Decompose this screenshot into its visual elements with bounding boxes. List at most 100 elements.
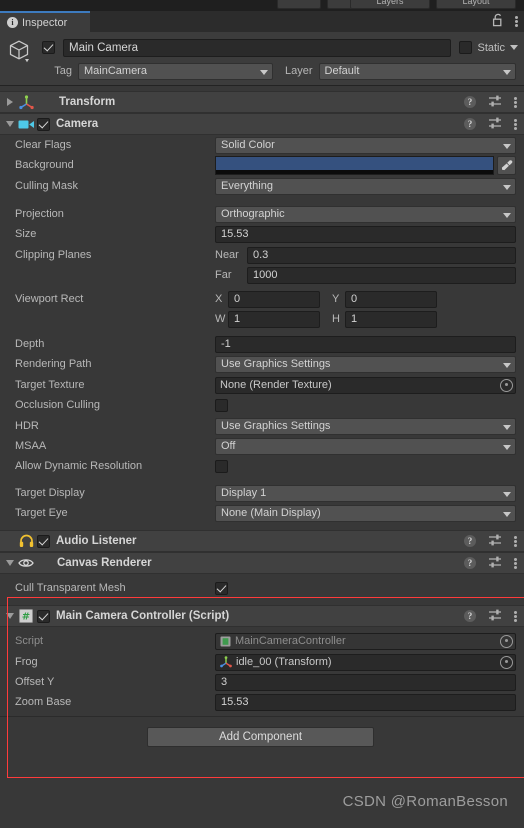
static-checkbox[interactable]	[459, 41, 473, 54]
clipping-planes-label: Clipping Planes	[15, 249, 92, 261]
object-picker-icon[interactable]	[500, 378, 513, 392]
gameobject-tag-layer-row: Tag MainCamera Layer Default	[42, 62, 518, 80]
eye-icon	[17, 555, 35, 571]
toolbar-layout-dropdown[interactable]: Layout	[436, 0, 516, 9]
frog-objectfield[interactable]: idle_00 (Transform)	[215, 653, 516, 671]
component-title-main-camera-controller: Main Camera Controller (Script)	[56, 610, 230, 622]
projection-dropdown[interactable]: Orthographic	[215, 205, 516, 223]
layer-dropdown[interactable]: Default	[318, 62, 516, 80]
hdr-dropdown[interactable]: Use Graphics Settings	[215, 417, 516, 435]
target-display-dropdown[interactable]: Display 1	[215, 484, 516, 502]
watermark: CSDN @RomanBesson	[342, 793, 508, 810]
rendering-path-label: Rendering Path	[15, 358, 92, 370]
script-foldout-arrow[interactable]	[3, 613, 17, 619]
viewport-w-input[interactable]: 1	[228, 310, 320, 328]
toolbar-layers-label: Layers	[376, 0, 404, 6]
audio-listener-menu-icon[interactable]	[514, 535, 517, 548]
frog-label: Frog	[15, 656, 38, 668]
tag-dropdown[interactable]: MainCamera	[78, 62, 273, 80]
target-eye-dropdown[interactable]: None (Main Display)	[215, 504, 516, 522]
allow-dynamic-resolution-checkbox[interactable]	[215, 459, 228, 473]
script-enabled-checkbox[interactable]	[37, 609, 50, 623]
divider	[0, 716, 524, 717]
add-component-button[interactable]: Add Component	[147, 727, 374, 747]
component-header-transform[interactable]: Transform ?	[0, 91, 524, 113]
background-color-swatch[interactable]	[215, 155, 494, 175]
help-icon[interactable]: ?	[464, 535, 476, 547]
static-control: Static	[459, 41, 518, 54]
transform-menu-icon[interactable]	[514, 96, 517, 109]
occlusion-culling-checkbox[interactable]	[215, 398, 228, 412]
eyedropper-icon[interactable]	[497, 155, 516, 175]
component-title-transform: Transform	[59, 96, 116, 108]
offset-y-input[interactable]: 3	[215, 673, 516, 691]
audio-listener-enabled-checkbox[interactable]	[37, 534, 50, 548]
viewport-h-label: H	[332, 313, 340, 325]
cull-transparent-mesh-label: Cull Transparent Mesh	[15, 582, 126, 594]
viewport-h-input[interactable]: 1	[345, 310, 437, 328]
camera-icon	[17, 116, 35, 132]
zoom-base-input[interactable]: 15.53	[215, 693, 516, 711]
unlocked-padlock-icon[interactable]	[492, 13, 504, 30]
help-icon[interactable]: ?	[464, 96, 476, 108]
script-value: MainCameraController	[235, 635, 346, 647]
inspector-menu-icon[interactable]	[515, 15, 518, 28]
help-icon[interactable]: ?	[464, 118, 476, 130]
script-asset-icon	[220, 636, 231, 647]
component-header-canvas-renderer[interactable]: Canvas Renderer ?	[0, 552, 524, 574]
transform-gizmo-icon	[17, 94, 35, 110]
toolbar-button-1[interactable]	[277, 0, 321, 9]
camera-enabled-checkbox[interactable]	[37, 117, 50, 131]
row-offset-y: Offset Y 3	[0, 672, 524, 692]
target-texture-objectfield[interactable]: None (Render Texture)	[215, 376, 516, 394]
far-input[interactable]: 1000	[247, 266, 516, 284]
clear-flags-dropdown[interactable]: Solid Color	[215, 136, 516, 154]
preset-settings-icon[interactable]	[488, 117, 502, 132]
preset-settings-icon[interactable]	[488, 534, 502, 549]
preset-settings-icon[interactable]	[488, 609, 502, 624]
toolbar-layers-dropdown[interactable]: Layers	[350, 0, 430, 9]
preset-settings-icon[interactable]	[488, 95, 502, 110]
msaa-dropdown[interactable]: Off	[215, 437, 516, 455]
component-header-audio-listener[interactable]: Audio Listener ?	[0, 530, 524, 552]
row-occlusion-culling: Occlusion Culling	[0, 395, 524, 415]
tab-inspector-label: Inspector	[22, 16, 68, 29]
camera-menu-icon[interactable]	[514, 118, 517, 131]
cull-transparent-mesh-checkbox[interactable]	[215, 581, 228, 595]
near-input[interactable]: 0.3	[247, 246, 516, 264]
depth-input[interactable]: -1	[215, 335, 516, 353]
transform-foldout-arrow[interactable]	[3, 98, 17, 106]
static-chevron-down-icon[interactable]	[510, 45, 518, 50]
rendering-path-dropdown[interactable]: Use Graphics Settings	[215, 355, 516, 373]
row-allow-dynamic-resolution: Allow Dynamic Resolution	[0, 456, 524, 476]
row-clipping-near: Clipping Planes Near 0.3	[0, 245, 524, 265]
tab-inspector[interactable]: i Inspector	[0, 11, 90, 32]
help-icon[interactable]: ?	[464, 557, 476, 569]
preset-settings-icon[interactable]	[488, 556, 502, 571]
row-frog: Frog idle_00 (Transform)	[0, 652, 524, 672]
viewport-x-input[interactable]: 0	[228, 290, 320, 308]
culling-mask-dropdown[interactable]: Everything	[215, 177, 516, 195]
static-label: Static	[477, 41, 505, 54]
info-icon: i	[7, 17, 18, 28]
component-header-camera[interactable]: Camera ?	[0, 113, 524, 135]
cube-icon	[8, 39, 34, 65]
projection-label: Projection	[15, 208, 64, 220]
audio-listener-header-actions: ?	[464, 534, 524, 549]
gameobject-name-row: Main Camera Static	[42, 38, 518, 57]
row-target-texture: Target Texture None (Render Texture)	[0, 375, 524, 395]
component-header-main-camera-controller[interactable]: # Main Camera Controller (Script) ?	[0, 605, 524, 627]
gameobject-name-input[interactable]: Main Camera	[63, 38, 452, 57]
viewport-y-input[interactable]: 0	[345, 290, 437, 308]
object-picker-icon[interactable]	[500, 655, 513, 669]
camera-foldout-arrow[interactable]	[3, 121, 17, 127]
allow-dynamic-resolution-label: Allow Dynamic Resolution	[15, 460, 143, 472]
gameobject-enabled-checkbox[interactable]	[42, 41, 55, 54]
row-target-display: Target Display Display 1	[0, 483, 524, 503]
canvas-renderer-menu-icon[interactable]	[514, 557, 517, 570]
help-icon[interactable]: ?	[464, 610, 476, 622]
size-input[interactable]: 15.53	[215, 225, 516, 243]
canvas-renderer-foldout-arrow[interactable]	[3, 560, 17, 566]
culling-mask-label: Culling Mask	[15, 180, 78, 192]
script-menu-icon[interactable]	[514, 610, 517, 623]
